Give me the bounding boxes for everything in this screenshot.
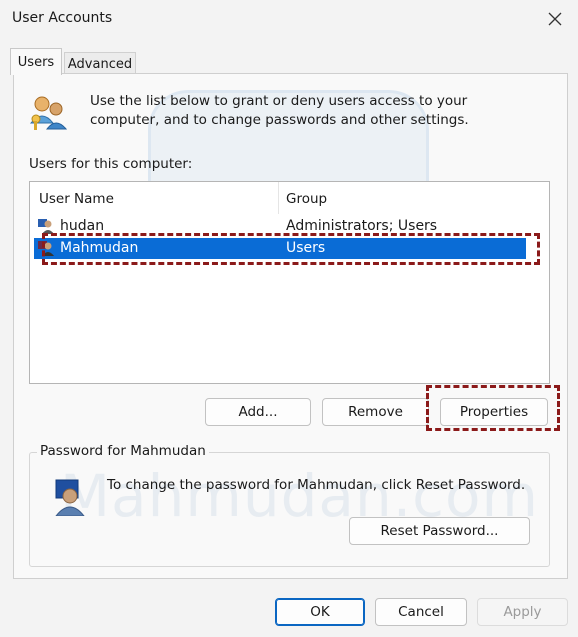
close-button[interactable]: [542, 6, 568, 32]
intro-text: Use the list below to grant or deny user…: [90, 93, 469, 128]
password-groupbox: [29, 452, 550, 567]
password-group-title: Password for Mahmudan: [37, 443, 209, 459]
group-cell: Administrators; Users: [286, 218, 438, 234]
listview-header: User Name Group: [30, 182, 549, 214]
apply-button[interactable]: Apply: [477, 598, 568, 626]
close-icon: [548, 12, 562, 26]
user-name-cell: hudan: [60, 218, 105, 234]
remove-button[interactable]: Remove: [322, 398, 429, 426]
tab-users-label: Users: [17, 54, 55, 70]
tab-advanced-label: Advanced: [67, 56, 133, 72]
tab-users[interactable]: Users: [10, 48, 62, 75]
password-instructions: To change the password for Mahmudan, cli…: [107, 477, 526, 493]
ok-button[interactable]: OK: [275, 598, 365, 626]
properties-button-highlight: [426, 385, 560, 431]
users-icon: [29, 93, 69, 137]
user-accounts-dialog: User Accounts Advanced Users Use the lis…: [0, 0, 578, 637]
title-bar: User Accounts: [0, 0, 578, 38]
reset-password-button[interactable]: Reset Password...: [349, 517, 530, 545]
column-header-group[interactable]: Group: [286, 191, 327, 207]
window-title: User Accounts: [12, 10, 113, 26]
users-listview[interactable]: User Name Group hudan Administrators; Us…: [29, 181, 550, 384]
column-divider[interactable]: [278, 182, 279, 214]
add-button[interactable]: Add...: [205, 398, 311, 426]
users-list-label: Users for this computer:: [29, 156, 193, 172]
tab-advanced[interactable]: Advanced: [64, 52, 136, 75]
cancel-button[interactable]: Cancel: [375, 598, 467, 626]
column-header-user-name[interactable]: User Name: [39, 191, 114, 207]
password-user-icon: [48, 476, 88, 520]
selected-row-highlight: [42, 233, 540, 265]
